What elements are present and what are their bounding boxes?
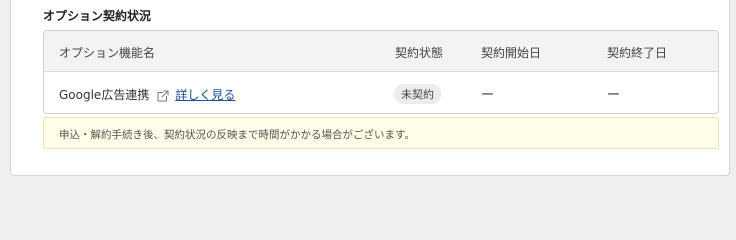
header-contract-status: 契約状態 [395,46,444,60]
option-contract-table: オプション機能名 契約状態 契約開始日 契約終了日 Google広告連携 詳しく… [43,30,719,114]
table-row: Google広告連携 詳しく見る 未契約 ー ー [44,72,718,113]
external-link-icon[interactable] [157,89,170,102]
start-date-value: ー [481,88,495,103]
header-option-name: オプション機能名 [59,46,156,60]
option-contract-card: オプション契約状況 オプション機能名 契約状態 契約開始日 契約終了日 Goog… [10,0,730,176]
table-header: オプション機能名 契約状態 契約開始日 契約終了日 [44,31,718,72]
header-end-date: 契約終了日 [607,46,668,60]
status-badge: 未契約 [394,84,441,104]
notice-box: 申込・解約手続き後、契約状況の反映まで時間がかかる場合がございます。 [43,117,719,149]
header-start-date: 契約開始日 [481,46,542,60]
details-link[interactable]: 詳しく見る [175,86,235,103]
end-date-value: ー [607,88,621,103]
section-title: オプション契約状況 [43,9,152,23]
option-name: Google広告連携 [59,88,150,102]
notice-text: 申込・解約手続き後、契約状況の反映まで時間がかかる場合がございます。 [59,129,415,141]
option-name-cell: Google広告連携 詳しく見る [59,86,235,103]
